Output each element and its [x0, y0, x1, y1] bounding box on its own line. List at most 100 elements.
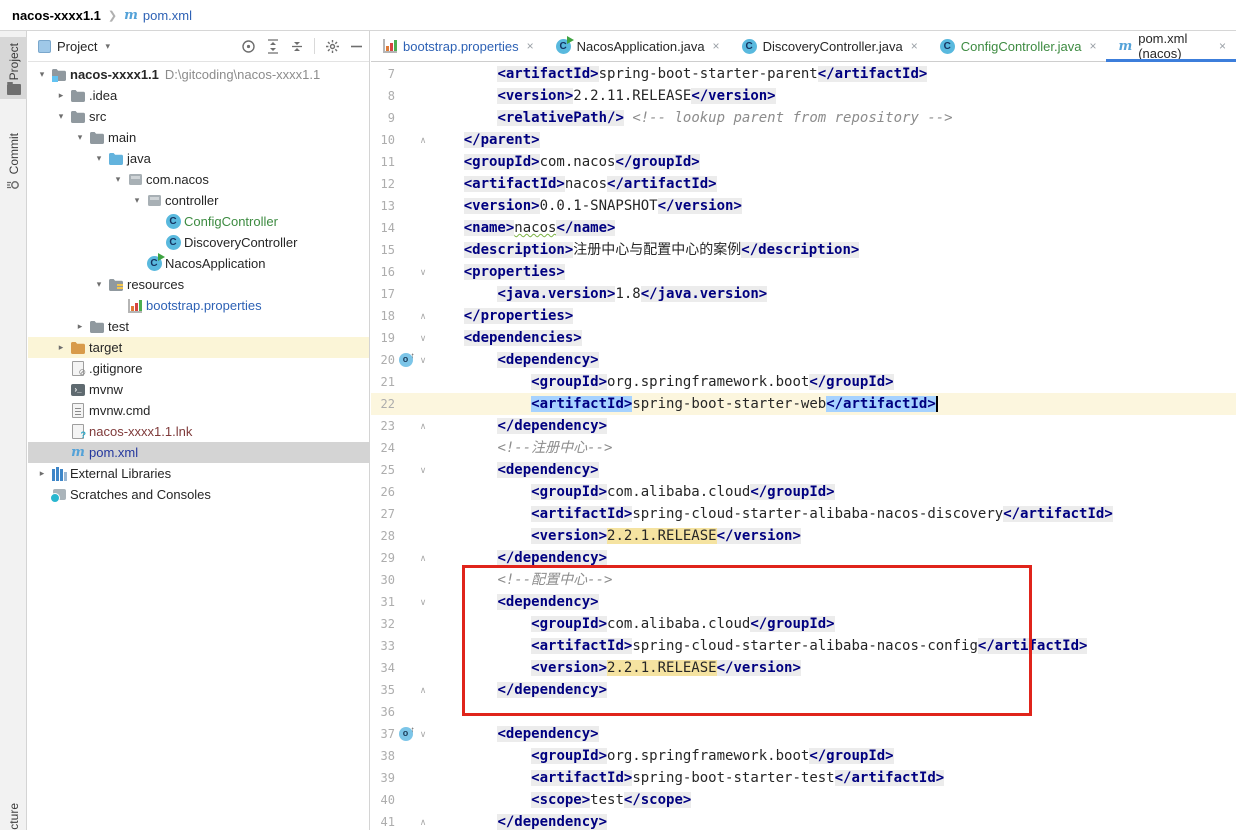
chevron-right-icon[interactable]: ▸: [53, 342, 69, 353]
code-line-27[interactable]: 27 <artifactId>spring-cloud-starter-alib…: [371, 503, 1236, 525]
tree-item-.idea[interactable]: ▸ .idea: [28, 85, 369, 106]
editor-tab-discoverycontroller.java[interactable]: C DiscoveryController.java ×: [730, 31, 928, 61]
close-tab-icon[interactable]: ×: [911, 39, 918, 53]
chevron-right-icon[interactable]: ▸: [53, 90, 69, 101]
chevron-down-icon[interactable]: ▾: [53, 111, 69, 122]
tree-item-nacos-xxxx1.1[interactable]: ▾ nacos-xxxx1.1 D:\gitcoding\nacos-xxxx1.1: [28, 64, 369, 85]
code-editor[interactable]: 7 <artifactId>spring-boot-starter-parent…: [371, 63, 1236, 833]
fold-up-icon[interactable]: ∧: [416, 421, 430, 432]
code-line-11[interactable]: 11 <groupId>com.nacos</groupId>: [371, 151, 1236, 173]
code-line-36[interactable]: 36: [371, 701, 1236, 723]
code-line-35[interactable]: 35 ∧ </dependency>: [371, 679, 1236, 701]
code-line-18[interactable]: 18 ∧ </properties>: [371, 305, 1236, 327]
close-tab-icon[interactable]: ×: [527, 39, 534, 53]
tree-item-target[interactable]: ▸ target: [28, 337, 369, 358]
maven-dependency-gutter-icon[interactable]: o ↑: [398, 351, 415, 367]
tree-item-discoverycontroller[interactable]: C DiscoveryController: [28, 232, 369, 253]
tree-item-com.nacos[interactable]: ▾ com.nacos: [28, 169, 369, 190]
close-tab-icon[interactable]: ×: [1089, 39, 1096, 53]
tree-item-external-libraries[interactable]: ▸ External Libraries: [28, 463, 369, 484]
code-line-33[interactable]: 33 <artifactId>spring-cloud-starter-alib…: [371, 635, 1236, 657]
code-line-14[interactable]: 14 <name>nacos</name>: [371, 217, 1236, 239]
tree-item-nacosapplication[interactable]: C NacosApplication: [28, 253, 369, 274]
code-line-26[interactable]: 26 <groupId>com.alibaba.cloud</groupId>: [371, 481, 1236, 503]
code-line-7[interactable]: 7 <artifactId>spring-boot-starter-parent…: [371, 63, 1236, 85]
tree-item-nacos-xxxx1.1.lnk[interactable]: ? nacos-xxxx1.1.lnk: [28, 421, 369, 442]
code-line-25[interactable]: 25 ∨ <dependency>: [371, 459, 1236, 481]
tree-item-test[interactable]: ▸ test: [28, 316, 369, 337]
fold-up-icon[interactable]: ∧: [416, 685, 430, 696]
tree-item-java[interactable]: ▾ java: [28, 148, 369, 169]
fold-up-icon[interactable]: ∧: [416, 311, 430, 322]
code-line-40[interactable]: 40 <scope>test</scope>: [371, 789, 1236, 811]
code-line-24[interactable]: 24 <!--注册中心-->: [371, 437, 1236, 459]
chevron-down-icon[interactable]: ▾: [91, 153, 107, 164]
hide-panel-icon[interactable]: [350, 40, 363, 53]
code-line-30[interactable]: 30 <!--配置中心-->: [371, 569, 1236, 591]
code-line-16[interactable]: 16 ∨ <properties>: [371, 261, 1236, 283]
code-line-31[interactable]: 31 ∨ <dependency>: [371, 591, 1236, 613]
close-tab-icon[interactable]: ×: [1219, 39, 1226, 53]
fold-down-icon[interactable]: ∨: [416, 267, 430, 278]
settings-gear-icon[interactable]: [325, 39, 340, 54]
chevron-right-icon[interactable]: ▸: [34, 468, 50, 479]
tree-item-mvnw[interactable]: ›_ mvnw: [28, 379, 369, 400]
code-line-28[interactable]: 28 <version>2.2.1.RELEASE</version>: [371, 525, 1236, 547]
breadcrumb-project[interactable]: nacos-xxxx1.1: [12, 8, 101, 23]
chevron-down-icon[interactable]: ▾: [129, 195, 145, 206]
project-view-selector[interactable]: Project ▾: [38, 39, 241, 54]
code-line-9[interactable]: 9 <relativePath/> <!-- lookup parent fro…: [371, 107, 1236, 129]
code-line-13[interactable]: 13 <version>0.0.1-SNAPSHOT</version>: [371, 195, 1236, 217]
tree-item-bootstrap.properties[interactable]: bootstrap.properties: [28, 295, 369, 316]
fold-down-icon[interactable]: ∨: [416, 355, 430, 366]
chevron-down-icon[interactable]: ▾: [110, 174, 126, 185]
tree-item-resources[interactable]: ▾ resources: [28, 274, 369, 295]
code-line-15[interactable]: 15 <description>注册中心与配置中心的案例</descriptio…: [371, 239, 1236, 261]
collapse-all-icon[interactable]: [290, 39, 304, 54]
tree-item-src[interactable]: ▾ src: [28, 106, 369, 127]
structure-toolwindow-tab[interactable]: cture: [0, 803, 27, 830]
tree-item-scratches-and-consoles[interactable]: Scratches and Consoles: [28, 484, 369, 505]
code-line-21[interactable]: 21 <groupId>org.springframework.boot</gr…: [371, 371, 1236, 393]
code-line-17[interactable]: 17 <java.version>1.8</java.version>: [371, 283, 1236, 305]
code-line-29[interactable]: 29 ∧ </dependency>: [371, 547, 1236, 569]
tree-item-main[interactable]: ▾ main: [28, 127, 369, 148]
code-line-19[interactable]: 19 ∨ <dependencies>: [371, 327, 1236, 349]
fold-down-icon[interactable]: ∨: [416, 729, 430, 740]
fold-up-icon[interactable]: ∧: [416, 817, 430, 828]
code-line-22[interactable]: 22 <artifactId>spring-boot-starter-web</…: [371, 393, 1236, 415]
chevron-down-icon[interactable]: ▾: [91, 279, 107, 290]
expand-all-icon[interactable]: [266, 38, 280, 54]
editor-tab-nacosapplication.java[interactable]: C NacosApplication.java ×: [544, 31, 730, 61]
fold-down-icon[interactable]: ∨: [416, 465, 430, 476]
chevron-down-icon[interactable]: ▾: [72, 132, 88, 143]
code-line-10[interactable]: 10 ∧ </parent>: [371, 129, 1236, 151]
fold-up-icon[interactable]: ∧: [416, 135, 430, 146]
maven-dependency-gutter-icon[interactable]: o ↑: [398, 725, 415, 741]
chevron-down-icon[interactable]: ▾: [34, 69, 50, 80]
tree-item-mvnw.cmd[interactable]: mvnw.cmd: [28, 400, 369, 421]
fold-down-icon[interactable]: ∨: [416, 333, 430, 344]
tree-item-configcontroller[interactable]: C ConfigController: [28, 211, 369, 232]
fold-down-icon[interactable]: ∨: [416, 597, 430, 608]
code-line-38[interactable]: 38 <groupId>org.springframework.boot</gr…: [371, 745, 1236, 767]
close-tab-icon[interactable]: ×: [713, 39, 720, 53]
fold-up-icon[interactable]: ∧: [416, 553, 430, 564]
tree-item-controller[interactable]: ▾ controller: [28, 190, 369, 211]
project-toolwindow-tab[interactable]: Project: [0, 37, 27, 100]
code-line-32[interactable]: 32 <groupId>com.alibaba.cloud</groupId>: [371, 613, 1236, 635]
code-line-34[interactable]: 34 <version>2.2.1.RELEASE</version>: [371, 657, 1236, 679]
editor-tab-bootstrap.properties[interactable]: bootstrap.properties ×: [371, 31, 544, 61]
editor-tab-pom.xml-nacos-[interactable]: m pom.xml (nacos) ×: [1106, 31, 1236, 62]
chevron-right-icon[interactable]: ▸: [72, 321, 88, 332]
tree-item-.gitignore[interactable]: ⊘ .gitignore: [28, 358, 369, 379]
code-line-20[interactable]: 20 o ↑ ∨ <dependency>: [371, 349, 1236, 371]
breadcrumb-file[interactable]: pom.xml: [143, 8, 192, 23]
tree-item-pom.xml[interactable]: m pom.xml: [28, 442, 369, 463]
code-line-8[interactable]: 8 <version>2.2.11.RELEASE</version>: [371, 85, 1236, 107]
commit-toolwindow-tab[interactable]: Commit: [0, 129, 27, 196]
editor-tab-configcontroller.java[interactable]: C ConfigController.java ×: [928, 31, 1107, 61]
code-line-12[interactable]: 12 <artifactId>nacos</artifactId>: [371, 173, 1236, 195]
code-line-39[interactable]: 39 <artifactId>spring-boot-starter-test<…: [371, 767, 1236, 789]
code-line-23[interactable]: 23 ∧ </dependency>: [371, 415, 1236, 437]
